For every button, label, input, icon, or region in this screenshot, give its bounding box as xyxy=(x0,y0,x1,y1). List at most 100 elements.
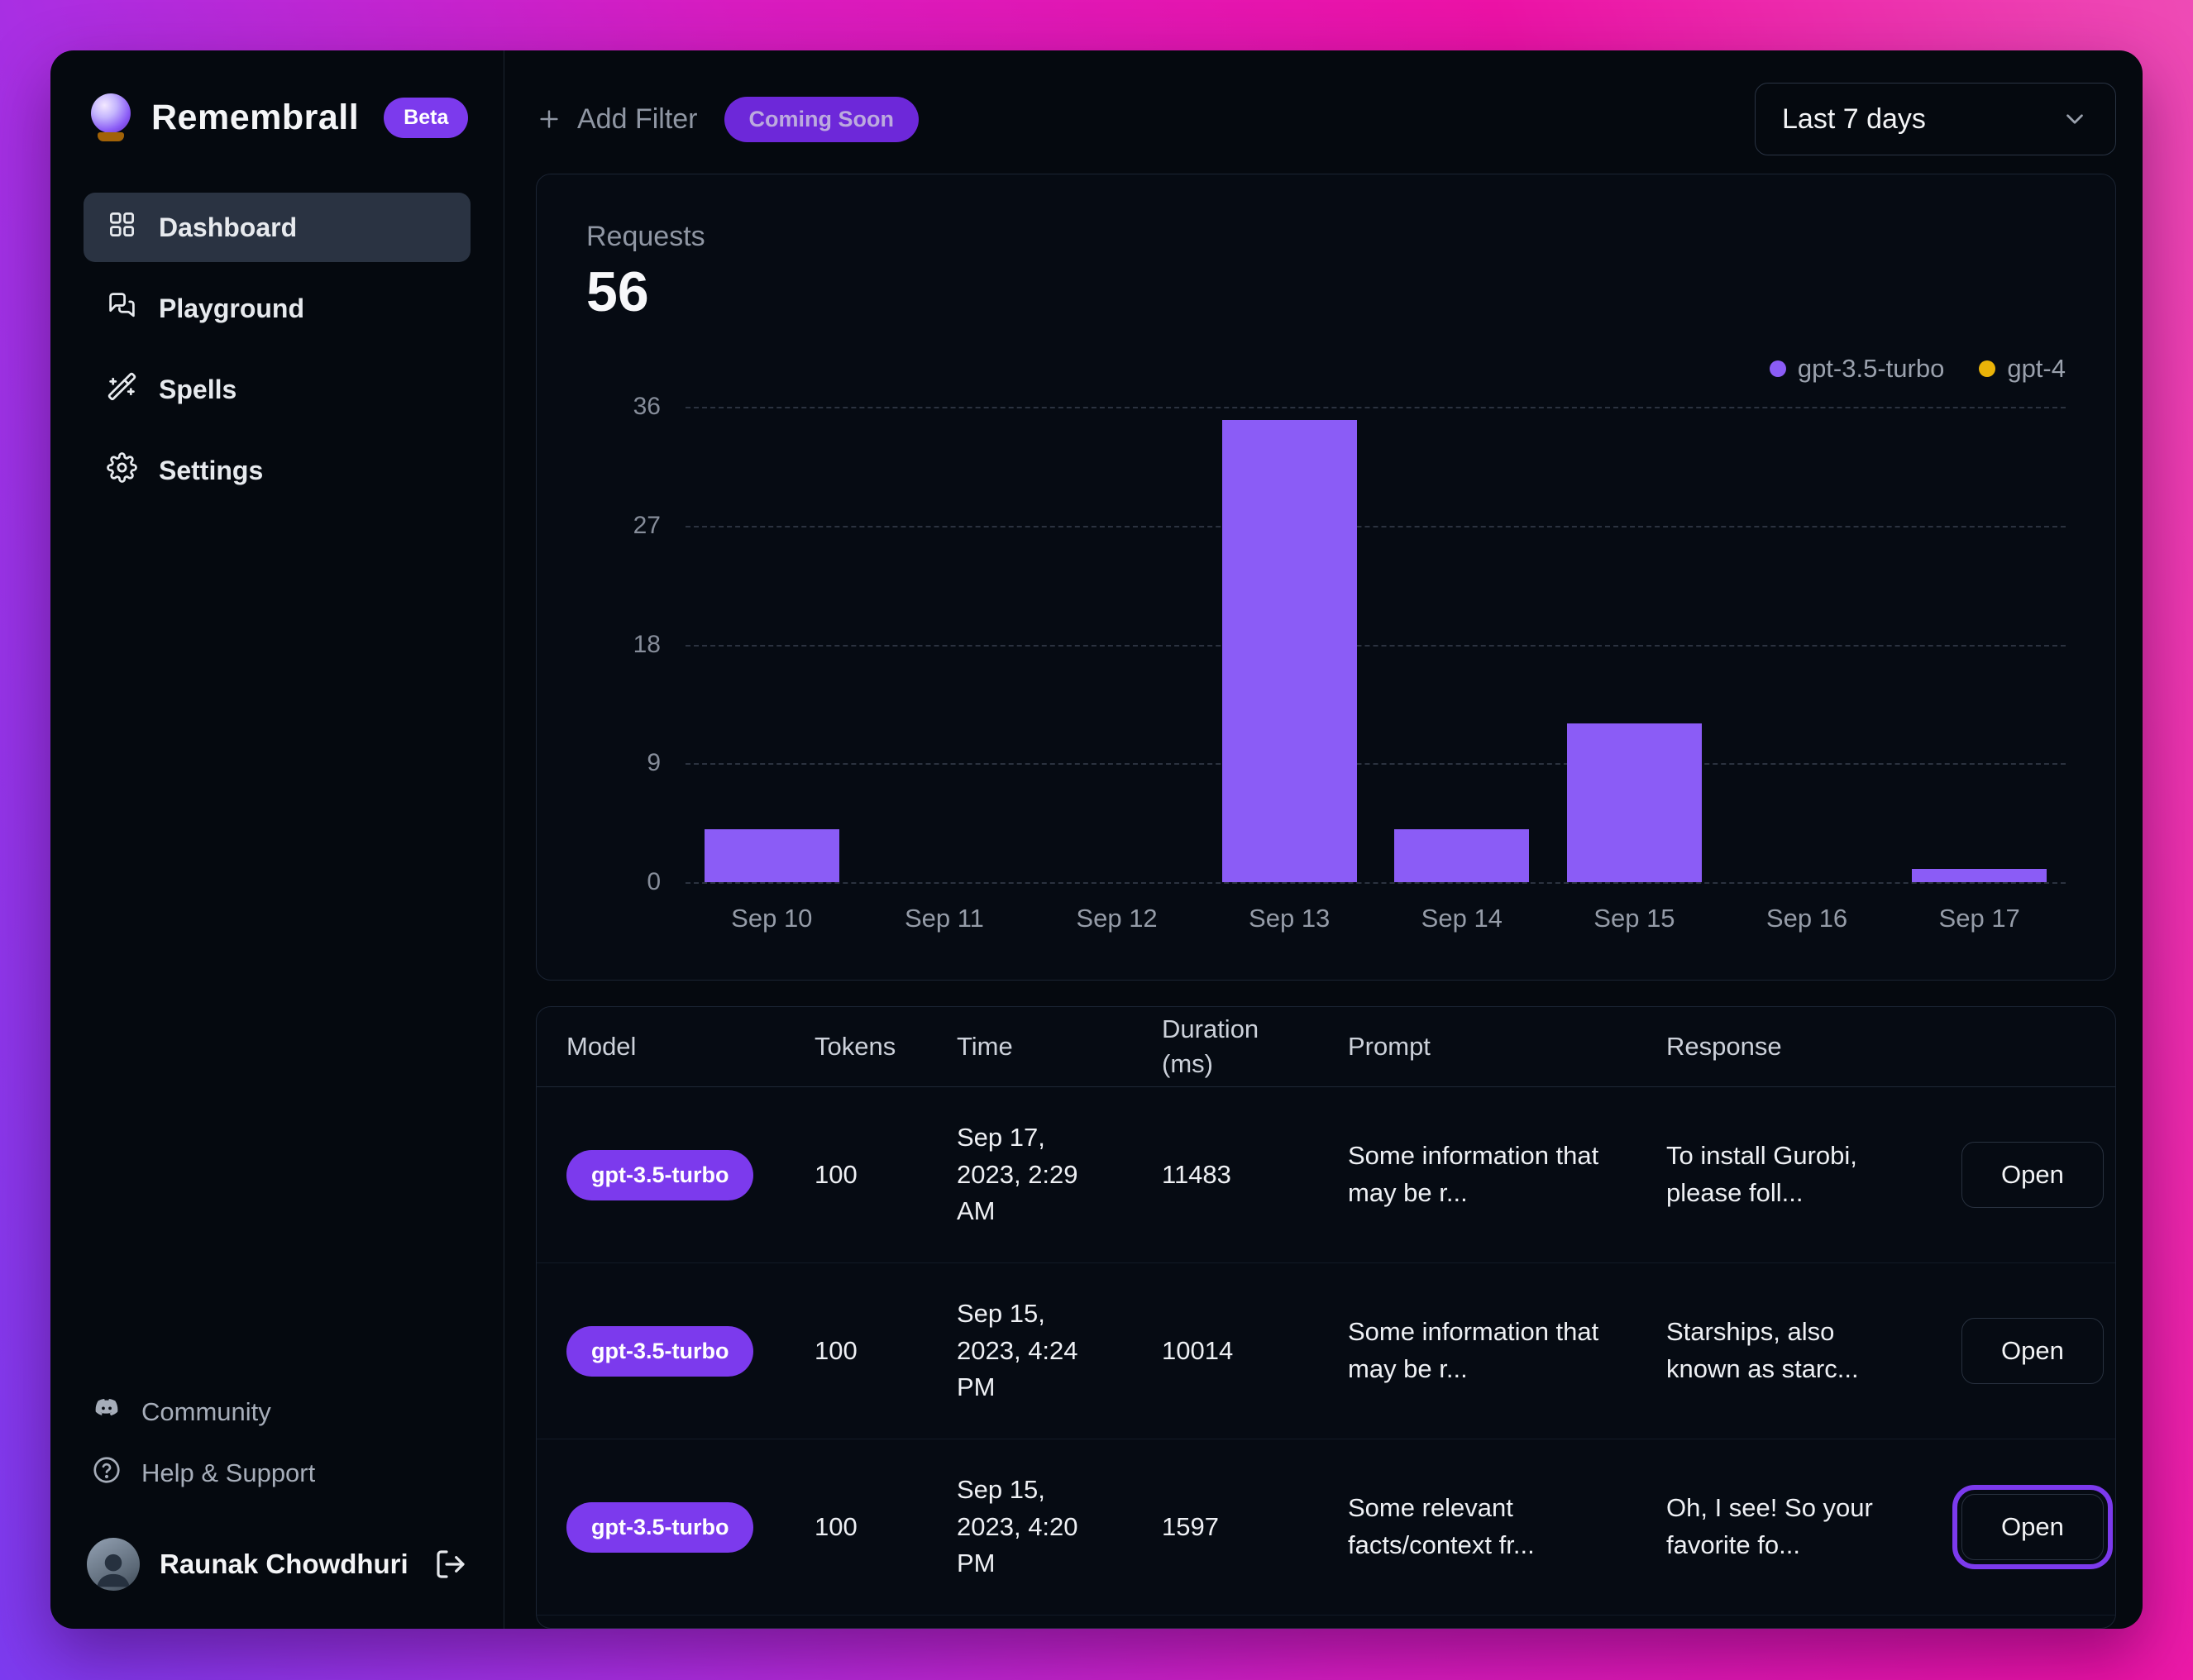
table-row: gpt-3.5-turbo 100 Sep 15, 2023, 4:20 PM 159… xyxy=(537,1439,2115,1616)
add-filter-button[interactable]: Add Filter Coming Soon xyxy=(536,96,919,142)
open-cell: Open xyxy=(1961,1318,2104,1384)
requests-metric-value: 56 xyxy=(586,260,649,323)
bar-column-sep-11 xyxy=(858,407,1031,882)
bar-column-sep-16 xyxy=(1721,407,1894,882)
legend-item-gpt-3-5-turbo: gpt-3.5-turbo xyxy=(1769,354,1945,384)
table-row: gpt-3.5-turbo 100 Sep 15, 2023, 4:24 PM 100… xyxy=(537,1263,2115,1439)
open-button[interactable]: Open xyxy=(1961,1142,2104,1208)
user-row[interactable]: Raunak Chowdhuri xyxy=(84,1538,471,1591)
bar-sep-13-gpt-3-5-turbo[interactable] xyxy=(1221,419,1357,882)
prompt-cell: Some information that may be r... xyxy=(1348,1317,1599,1383)
dashboard-grid-icon xyxy=(107,209,137,246)
duration-cell: 11483 xyxy=(1162,1160,1231,1189)
logout-icon[interactable] xyxy=(434,1548,467,1581)
bars xyxy=(686,407,2066,882)
bar-sep-10-gpt-3-5-turbo[interactable] xyxy=(704,829,839,882)
y-tick-label: 36 xyxy=(633,393,661,420)
time-cell: Sep 15, 2023, 4:24 PM xyxy=(957,1298,1078,1402)
duration-cell: 10014 xyxy=(1162,1336,1234,1365)
topbar: Add Filter Coming Soon Last 7 days xyxy=(536,83,2116,155)
avatar xyxy=(87,1538,140,1591)
column-header-time: Time xyxy=(957,1032,1013,1061)
help-circle-icon xyxy=(92,1455,122,1491)
sidebar-item-dashboard[interactable]: Dashboard xyxy=(84,193,471,262)
chat-bubbles-icon xyxy=(107,290,137,327)
open-cell: Open xyxy=(1961,1142,2104,1208)
response-cell: Oh, I see! So your favorite fo... xyxy=(1666,1493,1873,1559)
bar-sep-17-gpt-3-5-turbo[interactable] xyxy=(1912,869,2047,882)
x-tick-label: Sep 14 xyxy=(1421,904,1503,933)
open-button[interactable]: Open xyxy=(1961,1318,2104,1384)
requests-table-card: Model Tokens Time Duration (ms) Prompt Respon… xyxy=(536,1006,2116,1629)
sidebar-item-community[interactable]: Community xyxy=(92,1394,462,1430)
requests-metric-label: Requests xyxy=(586,221,705,252)
sidebar-item-label: Dashboard xyxy=(159,212,298,242)
page-background: { "app": { "name": "Remembrall", "beta_l… xyxy=(0,0,2193,1680)
gridline xyxy=(686,882,2066,884)
date-range-value: Last 7 days xyxy=(1782,103,1926,135)
plot-area xyxy=(686,407,2066,884)
tokens-cell: 100 xyxy=(815,1512,858,1541)
prompt-cell: Some relevant facts/context fr... xyxy=(1348,1493,1535,1559)
x-tick-label: Sep 15 xyxy=(1593,904,1675,933)
date-range-select[interactable]: Last 7 days xyxy=(1755,83,2116,155)
response-cell: Starships, also known as starc... xyxy=(1666,1317,1859,1383)
open-cell: Open xyxy=(1952,1485,2113,1569)
y-tick-label: 9 xyxy=(647,749,661,777)
discord-icon xyxy=(92,1394,122,1430)
y-tick-label: 0 xyxy=(647,868,661,895)
app-window: Remembrall Beta Dashboard Playground Spell… xyxy=(50,50,2143,1629)
model-cell: gpt-3.5-turbo xyxy=(566,1501,815,1553)
sidebar-item-label: Settings xyxy=(159,455,264,485)
x-tick-label: Sep 11 xyxy=(904,904,984,933)
bar-column-sep-15 xyxy=(1548,407,1721,882)
column-header-response: Response xyxy=(1666,1032,1782,1061)
tokens-cell: 100 xyxy=(815,1160,858,1189)
x-tick-label: Sep 17 xyxy=(1938,904,2020,933)
beta-badge: Beta xyxy=(384,97,469,138)
sidebar-nav: Dashboard Playground Spells Settings xyxy=(84,193,471,505)
add-filter-label: Add Filter xyxy=(577,103,698,135)
column-header-duration-ms: Duration (ms) xyxy=(1162,1014,1259,1078)
model-badge: gpt-3.5-turbo xyxy=(566,1501,754,1553)
duration-cell: 1597 xyxy=(1162,1512,1219,1541)
y-axis: 0 9 18 27 36 xyxy=(586,393,686,895)
bar-sep-15-gpt-3-5-turbo[interactable] xyxy=(1567,723,1702,882)
bar-column-sep-12 xyxy=(1030,407,1203,882)
legend-label: gpt-4 xyxy=(2007,354,2066,383)
sidebar-item-playground[interactable]: Playground xyxy=(84,274,471,343)
logo-row: Remembrall Beta xyxy=(84,93,471,141)
x-tick-label: Sep 10 xyxy=(731,904,813,933)
app-title: Remembrall xyxy=(151,97,360,137)
table-body: gpt-3.5-turbo 100 Sep 17, 2023, 2:29 AM 114… xyxy=(537,1087,2115,1616)
response-cell: To install Gurobi, please foll... xyxy=(1666,1141,1857,1207)
chart-legend: gpt-3.5-turbo gpt-4 xyxy=(586,354,2066,384)
y-tick-label: 27 xyxy=(633,511,661,539)
sidebar-item-label: Playground xyxy=(159,293,305,323)
open-button[interactable]: Open xyxy=(1952,1485,2113,1569)
model-badge: gpt-3.5-turbo xyxy=(566,1149,754,1200)
footer-item-label: Community xyxy=(141,1397,271,1426)
y-tick-label: 18 xyxy=(633,630,661,658)
bar-column-sep-14 xyxy=(1376,407,1549,882)
x-axis-labels: Sep 10 Sep 11 Sep 12 Sep 13 Sep 14 Sep 15 Sep … xyxy=(686,904,2066,933)
sidebar-footer: Community Help & Support xyxy=(84,1394,471,1491)
bar-sep-14-gpt-3-5-turbo[interactable] xyxy=(1394,829,1530,882)
x-tick-label: Sep 12 xyxy=(1076,904,1158,933)
sidebar-item-spells[interactable]: Spells xyxy=(84,355,471,424)
column-header-model: Model xyxy=(566,1032,637,1061)
plus-icon xyxy=(540,110,558,128)
legend-label: gpt-3.5-turbo xyxy=(1797,354,1945,383)
column-header-prompt: Prompt xyxy=(1348,1032,1431,1061)
magic-wand-icon xyxy=(107,371,137,408)
sidebar-item-settings[interactable]: Settings xyxy=(84,436,471,505)
gear-icon xyxy=(107,451,137,489)
bar-column-sep-10 xyxy=(686,407,858,882)
column-header-tokens: Tokens xyxy=(815,1032,896,1061)
chevron-down-icon xyxy=(2066,114,2083,124)
bar-column-sep-13 xyxy=(1203,407,1376,882)
model-cell: gpt-3.5-turbo xyxy=(566,1325,815,1377)
user-name: Raunak Chowdhuri xyxy=(160,1549,408,1579)
tokens-cell: 100 xyxy=(815,1336,858,1365)
sidebar-item-help-support[interactable]: Help & Support xyxy=(92,1455,462,1491)
